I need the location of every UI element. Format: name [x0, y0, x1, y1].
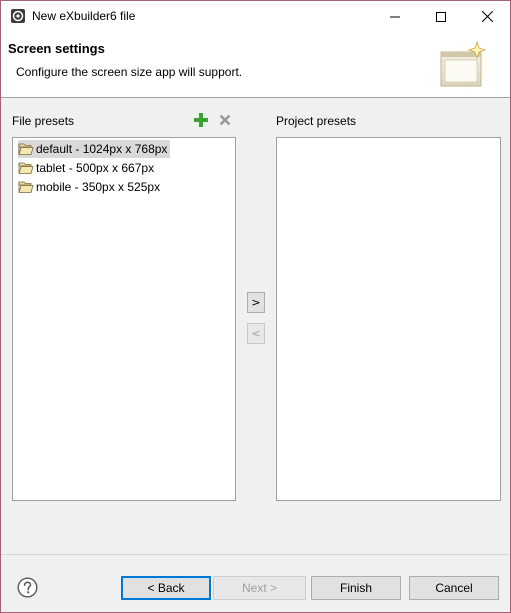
app-icon — [11, 9, 25, 23]
minimize-icon — [390, 16, 400, 17]
open-folder-icon — [18, 162, 34, 174]
next-button[interactable]: Next > — [213, 576, 306, 600]
file-presets-label: File presets — [12, 114, 75, 128]
dialog-window: New eXbuilder6 file Screen settings Conf… — [0, 0, 511, 613]
page-title: Screen settings — [8, 41, 105, 56]
close-button[interactable] — [464, 1, 510, 32]
wizard-content: File presets Project presets default - 1… — [1, 99, 510, 554]
title-bar[interactable]: New eXbuilder6 file — [1, 1, 510, 32]
open-folder-icon — [18, 143, 34, 155]
maximize-icon — [436, 11, 446, 22]
back-button[interactable]: < Back — [121, 576, 211, 600]
list-item[interactable]: default - 1024px x 768px — [18, 140, 171, 158]
project-presets-label: Project presets — [276, 114, 357, 128]
list-item[interactable]: tablet - 500px x 667px — [18, 159, 157, 177]
window-title: New eXbuilder6 file — [32, 9, 136, 23]
maximize-button[interactable] — [418, 1, 464, 32]
file-presets-list[interactable]: default - 1024px x 768px tablet - 500px … — [12, 137, 236, 501]
delete-preset-button[interactable] — [217, 112, 233, 128]
add-preset-button[interactable] — [193, 112, 209, 128]
wizard-footer: < Back Next > Finish Cancel — [1, 554, 510, 612]
x-icon — [219, 114, 231, 126]
preset-label: mobile - 350px x 525px — [36, 180, 161, 194]
close-icon — [481, 11, 493, 22]
window-sparkle-icon — [440, 40, 491, 92]
list-item[interactable]: mobile - 350px x 525px — [18, 178, 163, 196]
move-right-button[interactable]: > — [247, 292, 265, 313]
open-folder-icon — [18, 181, 34, 193]
cancel-button[interactable]: Cancel — [409, 576, 499, 600]
wizard-header: Screen settings Configure the screen siz… — [1, 32, 510, 98]
minimize-button[interactable] — [372, 1, 418, 32]
preset-label: tablet - 500px x 667px — [36, 161, 155, 175]
page-description: Configure the screen size app will suppo… — [16, 65, 243, 79]
project-presets-list[interactable] — [276, 137, 501, 501]
move-left-button[interactable]: < — [247, 323, 265, 344]
help-icon[interactable] — [17, 577, 38, 598]
finish-button[interactable]: Finish — [311, 576, 401, 600]
plus-icon — [194, 113, 208, 127]
preset-label: default - 1024px x 768px — [36, 142, 168, 156]
